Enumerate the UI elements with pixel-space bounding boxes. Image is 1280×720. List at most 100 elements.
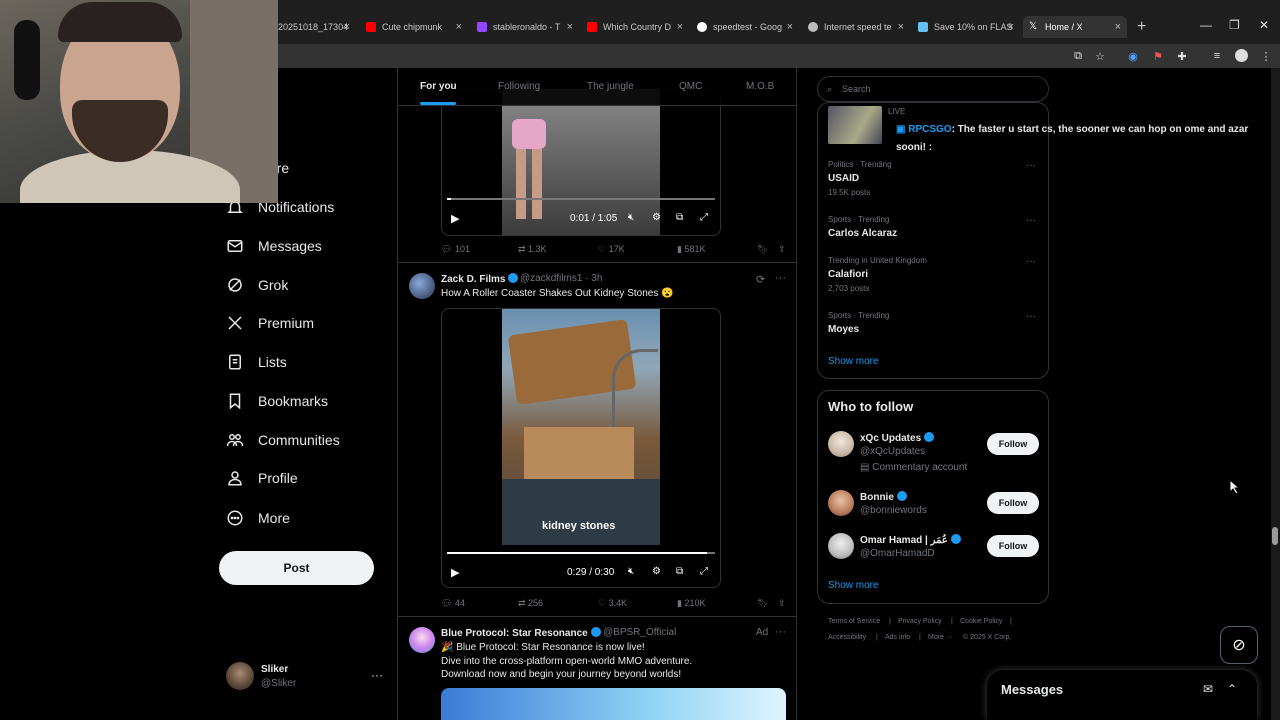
avatar[interactable]	[828, 533, 854, 559]
install-app-icon[interactable]: ⧉	[1070, 48, 1086, 64]
grok-icon[interactable]: ⟳	[756, 273, 765, 286]
share-icon[interactable]: ⇪	[778, 598, 786, 609]
extension-icon[interactable]: ◉	[1125, 48, 1141, 64]
footer-ads-info-link[interactable]: Ads info	[885, 634, 910, 641]
pip-icon[interactable]: ⧉	[676, 212, 683, 223]
star-icon[interactable]: ☆	[1092, 48, 1108, 64]
tab-close-icon[interactable]: ×	[787, 21, 793, 33]
close-window-icon[interactable]: ✕	[1259, 18, 1269, 32]
footer-cookie-link[interactable]: Cookie Policy	[960, 618, 1002, 625]
page-scrollbar[interactable]	[1271, 68, 1280, 720]
browser-tab[interactable]: Cute chipmunk ×	[366, 16, 462, 38]
more-dots-icon[interactable]: ···	[1026, 160, 1036, 171]
tab-close-icon[interactable]: ×	[898, 21, 904, 33]
trends-show-more-link[interactable]: Show more	[828, 356, 879, 367]
tab-the-jungle[interactable]: The jungle	[587, 81, 634, 92]
ad-image[interactable]	[441, 688, 786, 720]
trend-name[interactable]: Carlos Alcaraz	[828, 228, 897, 239]
browser-tab[interactable]: Save 10% on FLAS ×	[918, 16, 1014, 38]
tweet-author[interactable]: Blue Protocol: Star Resonance	[441, 627, 601, 639]
views-button[interactable]: ▮ 210K	[677, 598, 705, 609]
play-icon[interactable]: ▶	[451, 212, 459, 225]
footer-accessibility-link[interactable]: Accessibility	[828, 634, 866, 641]
nav-bookmarks[interactable]: Bookmarks	[226, 386, 328, 416]
grok-fab-button[interactable]: ⊘	[1220, 626, 1258, 664]
trend-name[interactable]: Moyes	[828, 324, 859, 335]
video-progress-bar[interactable]	[447, 198, 715, 200]
browser-tab[interactable]: speedtest - Goog ×	[697, 16, 793, 38]
share-icon[interactable]: ⇪	[778, 244, 786, 255]
mute-icon[interactable]: 🔇︎	[628, 212, 634, 223]
tab-close-icon[interactable]: ×	[677, 21, 683, 33]
video-player[interactable]: kidney stones ▶ 0:29 / 0:30 🔇︎ ⚙ ⧉ ⤢	[441, 308, 721, 588]
chevron-up-icon[interactable]: ⌃	[1227, 682, 1237, 696]
browser-tab[interactable]: stableronaldo - T ×	[477, 16, 573, 38]
play-icon[interactable]: ▶	[451, 566, 459, 579]
footer-terms-link[interactable]: Terms of Service	[828, 618, 880, 625]
tab-close-icon[interactable]: ×	[456, 21, 462, 33]
fullscreen-icon[interactable]: ⤢	[700, 212, 708, 223]
follow-button[interactable]: Follow	[987, 433, 1039, 455]
nav-premium[interactable]: Premium	[226, 308, 314, 338]
more-dots-icon[interactable]: ···	[371, 668, 383, 682]
browser-tab[interactable]: 20251018_17304 ×	[278, 16, 350, 38]
tab-qmc[interactable]: QMC	[679, 81, 702, 92]
media-control-icon[interactable]: ≡	[1209, 48, 1225, 64]
menu-kebab-icon[interactable]: ⋮	[1258, 48, 1274, 64]
trend-name[interactable]: USAID	[828, 173, 859, 184]
more-dots-icon[interactable]: ···	[1026, 256, 1036, 267]
footer-more-link[interactable]: More ···	[928, 634, 953, 641]
reply-button[interactable]: 💬︎ 101	[441, 244, 470, 255]
pip-icon[interactable]: ⧉	[676, 566, 683, 577]
avatar[interactable]	[409, 273, 435, 299]
tab-close-icon[interactable]: ×	[1008, 21, 1014, 33]
views-button[interactable]: ▮ 581K	[677, 244, 705, 255]
more-dots-icon[interactable]: ···	[1026, 311, 1036, 322]
avatar[interactable]	[828, 431, 854, 457]
account-switcher[interactable]: Sliker @Sliker ···	[226, 662, 386, 694]
more-dots-icon[interactable]: ···	[1026, 215, 1036, 226]
browser-tab-active[interactable]: 𝕏 Home / X ×	[1023, 16, 1127, 38]
avatar[interactable]	[409, 627, 435, 653]
fullscreen-icon[interactable]: ⤢	[700, 566, 708, 577]
like-button[interactable]: ♡ 3.4K	[598, 598, 627, 609]
tab-for-you[interactable]: For you	[420, 81, 457, 92]
follow-suggestion-name[interactable]: xQc Updates	[860, 432, 935, 444]
nav-lists[interactable]: Lists	[226, 347, 287, 377]
tab-close-icon[interactable]: ×	[567, 21, 573, 33]
avatar[interactable]	[828, 490, 854, 516]
tab-following[interactable]: Following	[498, 81, 540, 92]
repost-button[interactable]: ⇄ 256	[518, 598, 543, 609]
tab-mob[interactable]: M.O.B	[746, 81, 774, 92]
new-message-icon[interactable]: ✉	[1203, 682, 1213, 696]
trend-name[interactable]: Calafiori	[828, 269, 868, 280]
tweet-handle[interactable]: @zackdfilms1 · 3h	[520, 273, 602, 284]
post-button[interactable]: Post	[219, 551, 374, 585]
maximize-icon[interactable]: ❐	[1229, 18, 1240, 32]
follow-button[interactable]: Follow	[987, 492, 1039, 514]
search-input[interactable]: ⌕ Search	[817, 76, 1049, 102]
footer-privacy-link[interactable]: Privacy Policy	[898, 618, 942, 625]
nav-messages[interactable]: Messages	[226, 231, 322, 261]
bookmark-icon[interactable]: 🔖︎	[757, 244, 768, 255]
settings-gear-icon[interactable]: ⚙	[652, 212, 661, 223]
video-progress-bar[interactable]	[447, 552, 715, 554]
puzzle-icon[interactable]: ✚	[1174, 48, 1190, 64]
more-dots-icon[interactable]: ···	[775, 626, 786, 638]
new-tab-icon[interactable]: +	[1137, 18, 1146, 36]
live-stream-title[interactable]: ▣ RPCSGO: The faster u start cs, the soo…	[896, 121, 1256, 157]
settings-gear-icon[interactable]: ⚙	[652, 566, 661, 577]
tab-close-icon[interactable]: ×	[1115, 21, 1121, 33]
reply-button[interactable]: 💬︎ 44	[441, 598, 465, 609]
more-dots-icon[interactable]: ···	[775, 272, 786, 284]
messages-drawer[interactable]: Messages ✉ ⌃	[987, 670, 1257, 720]
profile-avatar-icon[interactable]	[1235, 49, 1248, 62]
browser-tab[interactable]: Which Country D ×	[587, 16, 683, 38]
tab-close-icon[interactable]: ×	[344, 21, 350, 33]
follow-button[interactable]: Follow	[987, 535, 1039, 557]
minimize-icon[interactable]: —	[1200, 18, 1212, 32]
like-button[interactable]: ♡ 17K	[598, 244, 625, 255]
video-player[interactable]: ▶ 0:01 / 1:05 🔇︎ ⚙ ⧉ ⤢	[441, 88, 721, 236]
nav-grok[interactable]: Grok	[226, 270, 288, 300]
tweet-author[interactable]: Zack D. Films	[441, 273, 519, 285]
